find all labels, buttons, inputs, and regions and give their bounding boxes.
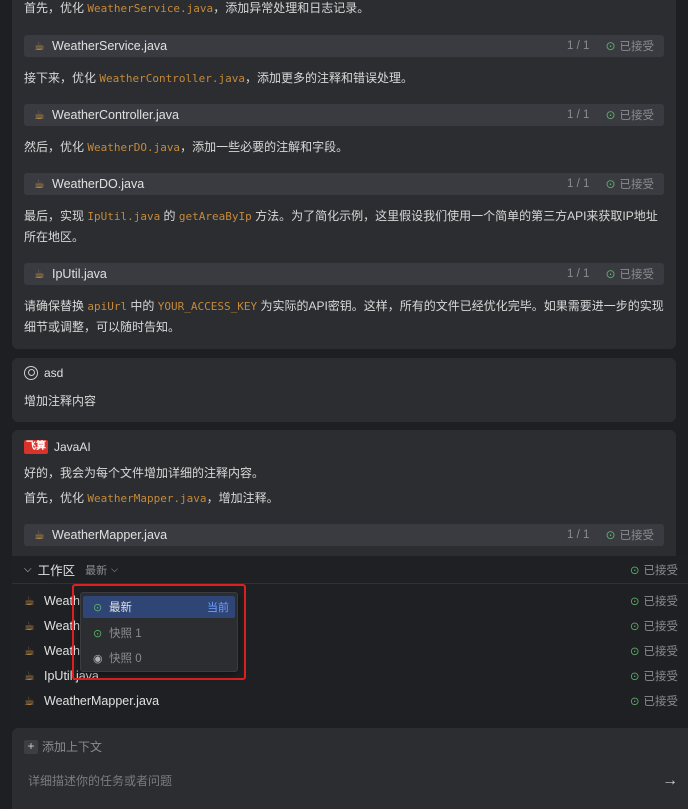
file-status: 已接受 — [619, 41, 655, 53]
file-change-card[interactable]: ☕ WeatherController.java 1 / 1 ⊙ 已接受 — [24, 104, 664, 126]
java-file-icon: ☕ — [34, 267, 45, 281]
file-name: WeatherService.java — [52, 39, 168, 53]
javaai-logo: 飞算 — [24, 440, 48, 454]
code-ref: getAreaByIp — [178, 210, 252, 223]
message-line: 首先，优化 WeatherMapper.java，增加注释。 — [24, 491, 279, 505]
user-message: asd 增加注释内容 — [12, 358, 676, 422]
assistant-message-1: 首先，优化 WeatherService.java，添加异常处理和日志记录。 ☕… — [12, 0, 676, 349]
file-status: ⊙ 已接受 — [629, 695, 678, 708]
plus-icon: + — [24, 739, 38, 754]
message-line: 好的，我会为每个文件增加详细的注释内容。 — [24, 466, 265, 480]
code-ref: WeatherController.java — [99, 72, 246, 85]
workspace-file-row[interactable]: ☕ WeatherMapper.java ⊙ 已接受 — [12, 688, 688, 713]
message-line: 接下来，优化 WeatherController.java，添加更多的注释和错误… — [24, 71, 414, 85]
file-name: IpUtil.java — [52, 267, 107, 281]
change-count: 1 / 1 — [567, 109, 590, 121]
message-line: 首先，优化 WeatherService.java，添加异常处理和日志记录。 — [24, 1, 370, 15]
send-arrow-icon[interactable]: → — [662, 772, 678, 790]
file-status: 已接受 — [619, 179, 655, 191]
java-file-icon: ☕ — [24, 643, 35, 658]
check-circle-icon: ⊙ — [93, 627, 103, 640]
file-change-card[interactable]: ☕ WeatherMapper.java 1 / 1 ⊙ 已接受 — [24, 524, 664, 546]
java-file-icon: ☕ — [24, 593, 35, 608]
java-file-icon: ☕ — [34, 177, 45, 191]
file-name: WeatherMapper.java — [44, 693, 160, 708]
file-status: ⊙ 已接受 — [629, 595, 678, 608]
file-status: ⊙ 已接受 — [629, 645, 678, 658]
java-file-icon: ☕ — [24, 618, 35, 633]
file-status: 已接受 — [619, 530, 655, 542]
file-change-card[interactable]: ☕ WeatherService.java 1 / 1 ⊙ 已接受 — [24, 35, 664, 57]
check-circle-icon: ⊙ — [605, 108, 616, 122]
check-circle-icon: ⊙ — [629, 670, 640, 683]
version-chevron-icon[interactable]: ⌵ — [111, 564, 118, 575]
message-line: 请确保替换 apiUrl 中的 YOUR_ACCESS_KEY 为实际的API密… — [24, 299, 664, 334]
current-tag: 当前 — [207, 602, 229, 614]
java-file-icon: ☕ — [34, 528, 45, 542]
user-name: asd — [44, 366, 64, 380]
workspace-status: ⊙ 已接受 — [629, 564, 678, 577]
user-avatar-icon — [24, 366, 38, 380]
java-file-icon: ☕ — [24, 693, 35, 708]
task-input[interactable]: 详细描述你的任务或者问题 — [28, 772, 172, 789]
composer: + 添加上下文 详细描述你的任务或者问题 → — [12, 728, 688, 809]
java-file-icon: ☕ — [34, 108, 45, 122]
assistant-header: 飞算 JavaAI — [24, 440, 91, 454]
user-text: 增加注释内容 — [24, 394, 97, 408]
change-count: 1 / 1 — [567, 529, 590, 541]
java-file-icon: ☕ — [24, 668, 35, 683]
check-circle-icon: ⊙ — [605, 528, 616, 542]
code-ref: apiUrl — [87, 300, 128, 313]
file-change-card[interactable]: ☕ WeatherDO.java 1 / 1 ⊙ 已接受 — [24, 173, 664, 195]
code-ref: WeatherService.java — [87, 2, 214, 15]
target-icon: ◉ — [93, 652, 103, 665]
chevron-down-icon[interactable]: ⌵ — [24, 564, 32, 575]
java-file-icon: ☕ — [34, 39, 45, 53]
check-circle-icon: ⊙ — [93, 601, 103, 614]
check-circle-icon: ⊙ — [629, 620, 640, 633]
version-option-snapshot-1[interactable]: ⊙ 快照 1 — [83, 622, 235, 644]
version-option-snapshot-0[interactable]: ◉ 快照 0 — [83, 647, 235, 669]
file-name: WeatherMapper.java — [52, 528, 168, 542]
file-status: ⊙ 已接受 — [629, 670, 678, 683]
file-change-card[interactable]: ☕ IpUtil.java 1 / 1 ⊙ 已接受 — [24, 263, 664, 285]
file-status: 已接受 — [619, 269, 655, 281]
file-status: 已接受 — [619, 110, 655, 122]
check-circle-icon: ⊙ — [605, 177, 616, 191]
file-name: WeatherDO.java — [52, 177, 145, 191]
message-line: 然后，优化 WeatherDO.java，添加一些必要的注解和字段。 — [24, 140, 349, 154]
change-count: 1 / 1 — [567, 268, 590, 280]
version-selector[interactable]: 最新 — [85, 562, 107, 578]
add-context-button[interactable]: + 添加上下文 — [24, 738, 102, 755]
workspace-title: 工作区 — [37, 564, 76, 578]
file-status: ⊙ 已接受 — [629, 620, 678, 633]
version-dropdown-highlight: ⊙ 最新 当前 ⊙ 快照 1 ◉ 快照 0 — [72, 584, 246, 680]
check-circle-icon: ⊙ — [605, 39, 616, 53]
version-dropdown: ⊙ 最新 当前 ⊙ 快照 1 ◉ 快照 0 — [80, 592, 238, 672]
user-header: asd — [24, 366, 63, 380]
check-circle-icon: ⊙ — [629, 564, 640, 577]
check-circle-icon: ⊙ — [629, 595, 640, 608]
change-count: 1 / 1 — [567, 40, 590, 52]
check-circle-icon: ⊙ — [629, 695, 640, 708]
version-option-latest[interactable]: ⊙ 最新 当前 — [83, 596, 235, 618]
code-ref: WeatherMapper.java — [87, 492, 207, 505]
change-count: 1 / 1 — [567, 178, 590, 190]
code-ref: IpUtil.java — [87, 210, 161, 223]
check-circle-icon: ⊙ — [629, 645, 640, 658]
code-ref: WeatherDO.java — [87, 141, 181, 154]
workspace-header[interactable]: ⌵ 工作区 最新 ⌵ ⊙ 已接受 — [12, 556, 688, 584]
code-ref: YOUR_ACCESS_KEY — [157, 300, 258, 313]
file-name: WeatherController.java — [52, 108, 179, 122]
message-line: 最后，实现 IpUtil.java 的 getAreaByIp 方法。为了简化示… — [24, 209, 658, 244]
assistant-name: JavaAI — [54, 440, 91, 454]
check-circle-icon: ⊙ — [605, 267, 616, 281]
assistant-message-2: 飞算 JavaAI 好的，我会为每个文件增加详细的注释内容。 首先，优化 Wea… — [12, 430, 676, 560]
